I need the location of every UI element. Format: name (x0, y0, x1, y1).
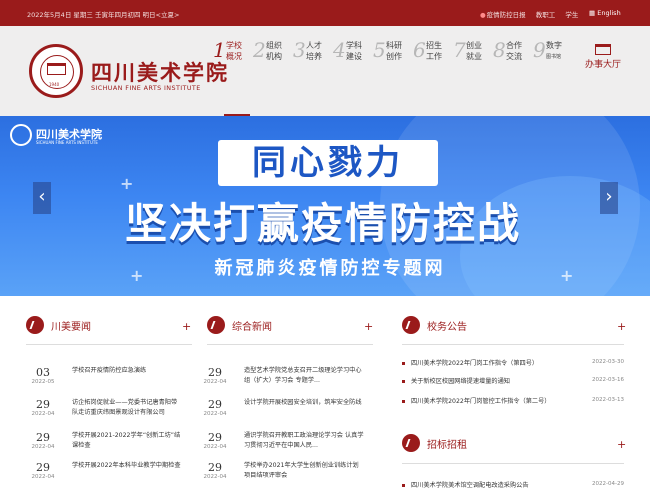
banner-headline-2: 坚决打赢疫情防控战 (124, 199, 521, 248)
banner-headline-3: 新冠肺炎疫情防控专题网 (214, 258, 446, 279)
more-notices-button[interactable]: + (617, 320, 626, 333)
notice-icon (402, 316, 420, 334)
list-item[interactable]: 29 2022-04 造型艺术学院党总支召开二级理论学习中心组（扩大）学习会 专… (200, 366, 374, 394)
service-hall-button[interactable]: 办事大厅 (578, 44, 628, 78)
more-zonghe-button[interactable]: + (364, 320, 373, 333)
nav-item-cooperation[interactable]: 8 合作 交流 (493, 38, 533, 72)
school-seal-logo[interactable]: 1940 (29, 44, 83, 98)
more-bidding-button[interactable]: + (617, 438, 626, 451)
nav-item-disciplines[interactable]: 4 学科 建设 (333, 38, 373, 72)
list-item[interactable]: 29 2022-04 设计学院开展校园安全培训，筑牢安全防线 (200, 398, 374, 426)
banner-prev-arrow[interactable]: ‹ (33, 182, 51, 214)
hero-banner[interactable]: + + + 四川美术学院 SICHUAN FINE ARTS INSTITUTE… (0, 116, 650, 296)
nav-item-about[interactable]: 1 学校 概况 (213, 38, 253, 72)
nav-item-library[interactable]: 9 数字 图书馆 (533, 38, 573, 72)
list-item[interactable]: 29 2022-04 通识学院召开教职工政治理论学习会 认真学习贯彻习近平在中国… (200, 431, 374, 459)
list-item[interactable]: 29 2022-04 访企拓岗促就业——党委书记唐青阳带队走访重庆纬图景观设计有… (28, 398, 192, 426)
building-icon (47, 63, 66, 75)
notice-item[interactable]: 四川美术学院2022年门岗工作指令（第四号） 2022-03-30 (402, 356, 624, 372)
student-link[interactable]: 学生 (565, 11, 578, 19)
staff-link[interactable]: 教职工 (536, 11, 556, 19)
nav-item-organization[interactable]: 2 组织 机构 (253, 38, 293, 72)
logo-english-name: SICHUAN FINE ARTS INSTITUTE (91, 84, 201, 92)
banner-next-arrow[interactable]: › (600, 182, 618, 214)
notice-item[interactable]: 关于新校区校园网络提速增量的通知 2022-03-16 (402, 374, 624, 390)
list-item[interactable]: 29 2022-04 学校开展2022年本科毕业教学中期检查 (28, 461, 192, 489)
epidemic-report-link[interactable]: ●疫情防控日报 (480, 11, 526, 19)
more-chuanmei-button[interactable]: + (182, 320, 191, 333)
top-bar: 2022年5月4日 星期三 壬寅年四月初四 明日<立夏> ●疫情防控日报 教职工… (0, 0, 650, 26)
globe-icon: ▦ (589, 9, 598, 17)
nav-item-employment[interactable]: 7 创业 就业 (453, 38, 493, 72)
nav-item-talent[interactable]: 3 人才 培养 (293, 38, 333, 72)
logo-year: 1940 (49, 82, 60, 87)
list-item[interactable]: 03 2022-05 学校召开疫情防控应急演练 (28, 366, 192, 394)
english-link[interactable]: ▦ English (589, 9, 621, 17)
nav-item-admissions[interactable]: 6 招生 工作 (413, 38, 453, 72)
top-links: ●疫情防控日报 教职工 学生 (480, 9, 586, 19)
list-item[interactable]: 29 2022-04 学校开展2021-2022学年“创新工坊”结课检查 (28, 431, 192, 459)
logo-chinese-name[interactable]: 四川美术学院 (91, 57, 229, 87)
nav-item-research[interactable]: 5 科研 创作 (373, 38, 413, 72)
date-text: 2022年5月4日 星期三 壬寅年四月初四 明日<立夏> (27, 11, 180, 19)
bidding-icon (402, 434, 420, 452)
news-icon (207, 316, 225, 334)
news-icon (26, 316, 44, 334)
hall-icon (595, 44, 611, 55)
bidding-item[interactable]: 四川美术学院美术馆空调配电改造采购公告 2022-04-29 (402, 478, 624, 494)
list-item[interactable]: 29 2022-04 学校举办2021年大学生创新创业训练计划项目结项评审会 (200, 461, 374, 489)
notice-item[interactable]: 四川美术学院2022年门岗管控工作指令（第二号） 2022-03-13 (402, 394, 624, 410)
